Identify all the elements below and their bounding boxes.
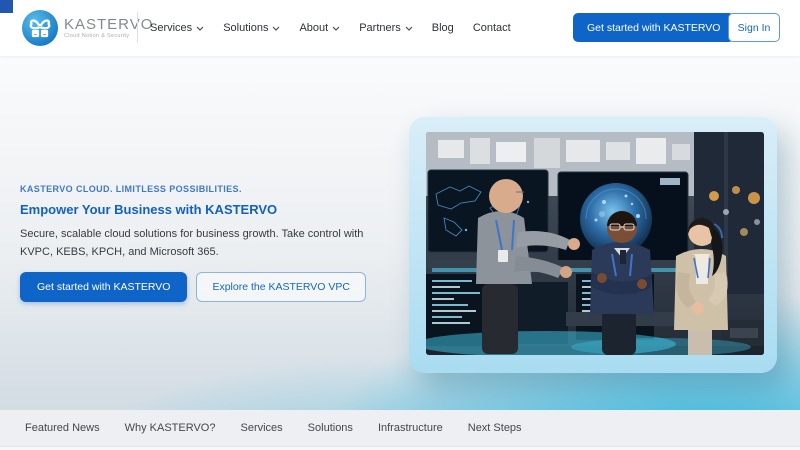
chevron-down-icon [196,26,204,31]
hero-image-card [409,117,777,373]
nav-item-services[interactable]: Services [150,22,204,34]
nav-item-about[interactable]: About [299,22,340,34]
nav-item-solutions[interactable]: Solutions [223,22,280,34]
chevron-down-icon [405,26,413,31]
nav-label: Blog [432,22,454,34]
subnav-item-solutions[interactable]: Solutions [308,422,353,434]
hero-eyebrow: KASTERVO CLOUD. LIMITLESS POSSIBILITIES. [20,184,395,194]
nav-label: Services [150,22,192,34]
hero-explore-vpc-button[interactable]: Explore the KASTERVO VPC [196,272,366,302]
subnav-item-featured-news[interactable]: Featured News [25,422,100,434]
nav-label: Solutions [223,22,268,34]
hero-title: Empower Your Business with KASTERVO [20,202,395,217]
nav-item-partners[interactable]: Partners [359,22,413,34]
main-nav: Services Solutions About Partners Blog C… [150,0,511,56]
subnav-item-infrastructure[interactable]: Infrastructure [378,422,443,434]
subnav-item-services[interactable]: Services [240,422,282,434]
corner-accent-square [0,0,13,13]
logo[interactable]: KASTERVO Cloud Notion & Security [22,10,153,46]
section-subnav: Featured News Why KASTERVO? Services Sol… [0,410,800,447]
sign-in-button[interactable]: Sign In [728,13,780,42]
chevron-down-icon [272,26,280,31]
subnav-item-why-kastervo[interactable]: Why KASTERVO? [125,422,216,434]
nav-label: Partners [359,22,401,34]
header-divider [137,12,138,43]
subnav-item-next-steps[interactable]: Next Steps [468,422,522,434]
nav-label: About [299,22,328,34]
chevron-down-icon [332,26,340,31]
top-navbar: KASTERVO Cloud Notion & Security Service… [0,0,800,56]
hero-photo-control-room [426,132,764,355]
logo-tagline: Cloud Notion & Security [64,34,153,40]
hero-section: KASTERVO CLOUD. LIMITLESS POSSIBILITIES.… [0,56,800,410]
nav-item-blog[interactable]: Blog [432,22,454,34]
logo-title: KASTERVO [64,17,153,32]
logo-text: KASTERVO Cloud Notion & Security [64,17,153,40]
hero-description: Secure, scalable cloud solutions for bus… [20,226,380,261]
hero-buttons: Get started with KASTERVO Explore the KA… [20,272,366,302]
nav-item-contact[interactable]: Contact [473,22,511,34]
page: KASTERVO Cloud Notion & Security Service… [0,0,800,450]
nav-label: Contact [473,22,511,34]
get-started-button[interactable]: Get started with KASTERVO [573,13,734,42]
logo-icon [22,10,58,46]
hero-get-started-button[interactable]: Get started with KASTERVO [20,272,187,302]
